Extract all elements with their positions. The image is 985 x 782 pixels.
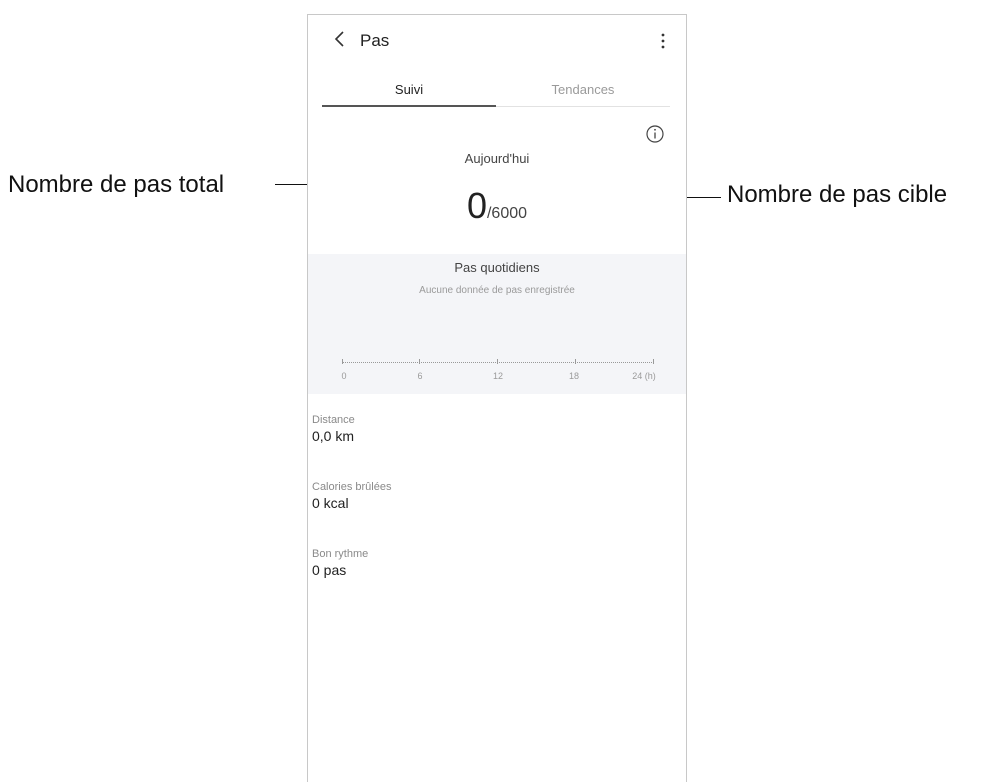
chart-tick: [497, 359, 498, 364]
callout-target-steps: Nombre de pas cible: [727, 181, 948, 208]
steps-count: 0: [466, 185, 487, 226]
info-icon[interactable]: [645, 124, 665, 144]
tab-tendances[interactable]: Tendances: [496, 73, 670, 107]
stat-good-pace: Bon rythme 0 pas: [312, 548, 368, 578]
callout-total-steps: Nombre de pas total: [8, 171, 225, 198]
tab-suivi[interactable]: Suivi: [322, 73, 496, 107]
tab-active-indicator: [322, 105, 496, 107]
steps-chart-panel: Aucune donnée de pas enregistrée 0 6 12 …: [308, 254, 686, 394]
today-label: Aujourd'hui: [464, 151, 530, 166]
chart-x-axis: [342, 359, 654, 364]
stat-value: 0 pas: [312, 562, 347, 578]
stat-calories: Calories brûlées 0 kcal: [312, 481, 391, 511]
phone-screen: Pas Suivi Tendances Aucune donnée de pas…: [307, 14, 687, 782]
chart-tick-label: 0: [341, 371, 347, 381]
app-header: Pas: [308, 15, 686, 67]
more-vertical-icon[interactable]: [660, 31, 666, 51]
stat-label: Calories brûlées: [312, 481, 392, 493]
stat-value: 0 kcal: [312, 495, 349, 511]
stat-distance: Distance 0,0 km: [312, 414, 355, 444]
stat-value: 0,0 km: [312, 428, 355, 444]
stat-label: Bon rythme: [312, 548, 369, 560]
chart-tick: [342, 359, 343, 364]
chart-empty-message: Aucune donnée de pas enregistrée: [419, 285, 575, 296]
steps-summary: 0/6000: [308, 185, 686, 227]
steps-target: /6000: [486, 205, 528, 222]
chart-tick-label: 18: [568, 371, 580, 381]
chart-tick-label: 12: [492, 371, 504, 381]
chart-tick: [419, 359, 420, 364]
chevron-left-icon[interactable]: [332, 29, 346, 49]
page-title: Pas: [360, 31, 390, 50]
chart-tick-label: 6: [417, 371, 423, 381]
tab-bar: Suivi Tendances: [322, 73, 670, 107]
chart-tick: [653, 359, 654, 364]
steps-caption: Pas quotidiens: [454, 260, 540, 275]
chart-tick: [575, 359, 576, 364]
stat-label: Distance: [312, 414, 355, 426]
chart-tick-label: 24 (h): [632, 371, 656, 381]
